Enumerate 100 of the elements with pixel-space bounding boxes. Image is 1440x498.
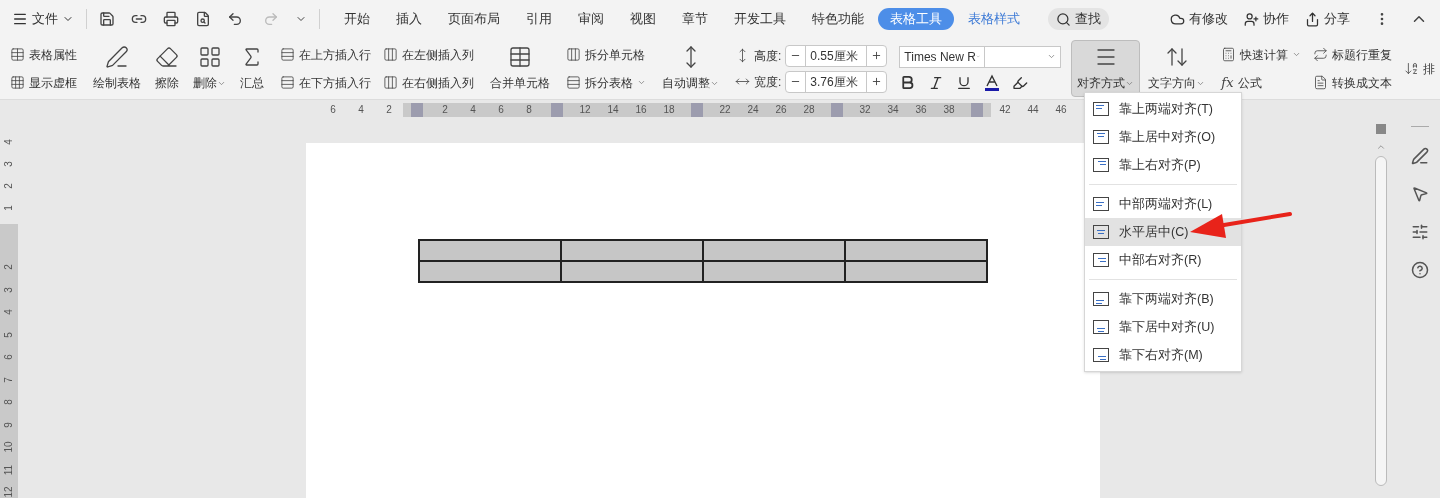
stepper-field[interactable]: 0.55厘米 <box>785 44 888 67</box>
help-icon[interactable] <box>1411 261 1429 279</box>
menu-item[interactable]: 靠上右对齐(P) <box>1085 151 1241 179</box>
ribbon-button[interactable]: 表格属性 <box>10 43 77 66</box>
repeat-icon <box>1313 47 1329 62</box>
ribbon-tab[interactable]: 页面布局 <box>436 8 512 30</box>
field-label: 高度: <box>754 47 782 65</box>
pen-icon <box>105 45 129 69</box>
ribbon-button[interactable]: 拆分表格 <box>566 71 646 94</box>
underline-icon[interactable] <box>956 74 973 91</box>
horizontal-ruler: 6 4 2 2 4 6 8 12 14 16 18 22 24 26 28 32 34 36 38 42 44 46 <box>329 103 1068 117</box>
ribbon-button[interactable]: 转换成文本 <box>1313 71 1393 94</box>
menu-item[interactable]: 中部右对齐(R) <box>1085 246 1241 274</box>
ribbon-button[interactable]: 删除 <box>187 40 232 97</box>
menu-item[interactable]: 靠下两端对齐(B) <box>1085 285 1241 313</box>
alignment-icon <box>1093 348 1109 362</box>
menu-item[interactable]: 靠上两端对齐(T) <box>1085 95 1241 123</box>
ribbon-button[interactable]: 在右侧插入列 <box>383 71 474 94</box>
alignment-icon <box>1093 292 1109 306</box>
ribbon-button[interactable]: 在左侧插入列 <box>383 43 474 66</box>
ribbon-button[interactable]: 文字方向 <box>1142 40 1212 97</box>
save-icon[interactable] <box>99 11 115 27</box>
formula-icon: fx <box>1221 72 1234 93</box>
search-button[interactable]: 查找 <box>1048 8 1109 30</box>
ribbon-button[interactable]: 合并单元格 <box>484 40 556 97</box>
font-name-dropdown[interactable]: Times New R <box>899 45 986 68</box>
highlighter-icon[interactable] <box>1012 74 1029 91</box>
undo-icon[interactable] <box>227 11 243 27</box>
alignment-icon <box>1093 197 1109 211</box>
menu-item[interactable]: 中部两端对齐(L) <box>1085 190 1241 218</box>
columns-icon <box>383 47 398 62</box>
share-icon <box>1305 11 1320 27</box>
column-marker[interactable] <box>551 103 563 117</box>
ribbon-tab[interactable]: 引用 <box>514 8 564 30</box>
toolbar-button[interactable]: 分享 <box>1305 9 1350 29</box>
ribbon-button[interactable]: 自动调整 <box>656 40 725 97</box>
ribbon-button[interactable]: 排 <box>1404 57 1436 80</box>
caret-icon <box>1292 50 1302 59</box>
column-marker[interactable] <box>691 103 703 117</box>
table-icon <box>508 45 532 69</box>
plus-icon <box>871 76 883 87</box>
ribbon-button[interactable]: 在上方插入行 <box>280 43 371 66</box>
ribbon-button[interactable]: 汇总 <box>234 40 270 97</box>
scrollbar-thumb[interactable] <box>1375 156 1387 486</box>
settings-icon[interactable] <box>1411 223 1429 241</box>
column-marker[interactable] <box>411 103 423 117</box>
alignment-icon <box>1093 130 1109 144</box>
ribbon-tab[interactable]: 表格样式 <box>956 8 1032 30</box>
ruler-toggle-icon[interactable] <box>1376 124 1386 134</box>
menu-item[interactable]: 靠下右对齐(M) <box>1085 341 1241 369</box>
ribbon-button[interactable]: 绘制表格 <box>87 40 147 97</box>
column-marker[interactable] <box>971 103 983 117</box>
ribbon-tab[interactable]: 视图 <box>618 8 668 30</box>
calculator-icon <box>1221 47 1237 62</box>
stepper-field[interactable]: 3.76厘米 <box>785 70 888 93</box>
menu-item[interactable]: 靠下居中对齐(U) <box>1085 313 1241 341</box>
document-icon <box>1313 75 1329 90</box>
plus-icon <box>871 50 883 61</box>
file-menu[interactable]: 文件 <box>12 9 74 29</box>
ribbon-button[interactable]: 拆分单元格 <box>566 43 646 66</box>
field-label: 宽度: <box>754 73 782 91</box>
ribbon-tab[interactable]: 审阅 <box>566 8 616 30</box>
ribbon-button[interactable]: 显示虚框 <box>10 71 77 94</box>
menu-icon <box>12 11 28 27</box>
print-icon[interactable] <box>163 11 179 27</box>
column-marker[interactable] <box>831 103 843 117</box>
alignment-icon <box>1093 102 1109 116</box>
font-color-icon[interactable] <box>984 73 1001 92</box>
alignment-icon <box>1093 320 1109 334</box>
ribbon-button[interactable]: 在下方插入行 <box>280 71 371 94</box>
eraser-icon <box>155 45 179 69</box>
ribbon-button[interactable]: 对齐方式 <box>1071 40 1141 97</box>
grid-icon <box>197 45 222 69</box>
ribbon-tab[interactable]: 开发工具 <box>722 8 798 30</box>
toolbar-button[interactable]: 有修改 <box>1170 9 1228 29</box>
sort-icon <box>1404 61 1420 76</box>
ribbon-button[interactable]: 擦除 <box>149 40 185 97</box>
menu-item[interactable]: 靠上居中对齐(O) <box>1085 123 1241 151</box>
columns-icon <box>383 75 398 90</box>
alignment-icon <box>1093 253 1109 267</box>
ribbon-button[interactable]: 标题行重复 <box>1313 43 1393 66</box>
rows-icon <box>566 75 581 90</box>
alignment-icon <box>1093 225 1109 239</box>
alignment-icon <box>1093 158 1109 172</box>
ribbon-button[interactable]: fx 公式 <box>1221 71 1302 94</box>
caret-icon <box>1047 52 1057 61</box>
search-icon <box>1056 11 1071 27</box>
ribbon-button[interactable]: 快速计算 <box>1221 43 1302 66</box>
table-icon <box>10 47 25 62</box>
preview-icon[interactable] <box>195 11 211 27</box>
columns-icon <box>566 47 581 62</box>
caret-icon <box>637 78 646 87</box>
cursor-icon[interactable] <box>1411 185 1429 203</box>
ribbon-tab[interactable]: 开始 <box>332 8 382 30</box>
ribbon-tab[interactable]: 章节 <box>670 8 720 30</box>
add-user-icon <box>1244 11 1259 27</box>
toolbar-button[interactable]: 协作 <box>1244 9 1289 29</box>
ribbon-tab[interactable]: 插入 <box>384 8 434 30</box>
pen-icon[interactable] <box>1411 147 1429 165</box>
ribbon-tab[interactable]: 特色功能 <box>800 8 876 30</box>
